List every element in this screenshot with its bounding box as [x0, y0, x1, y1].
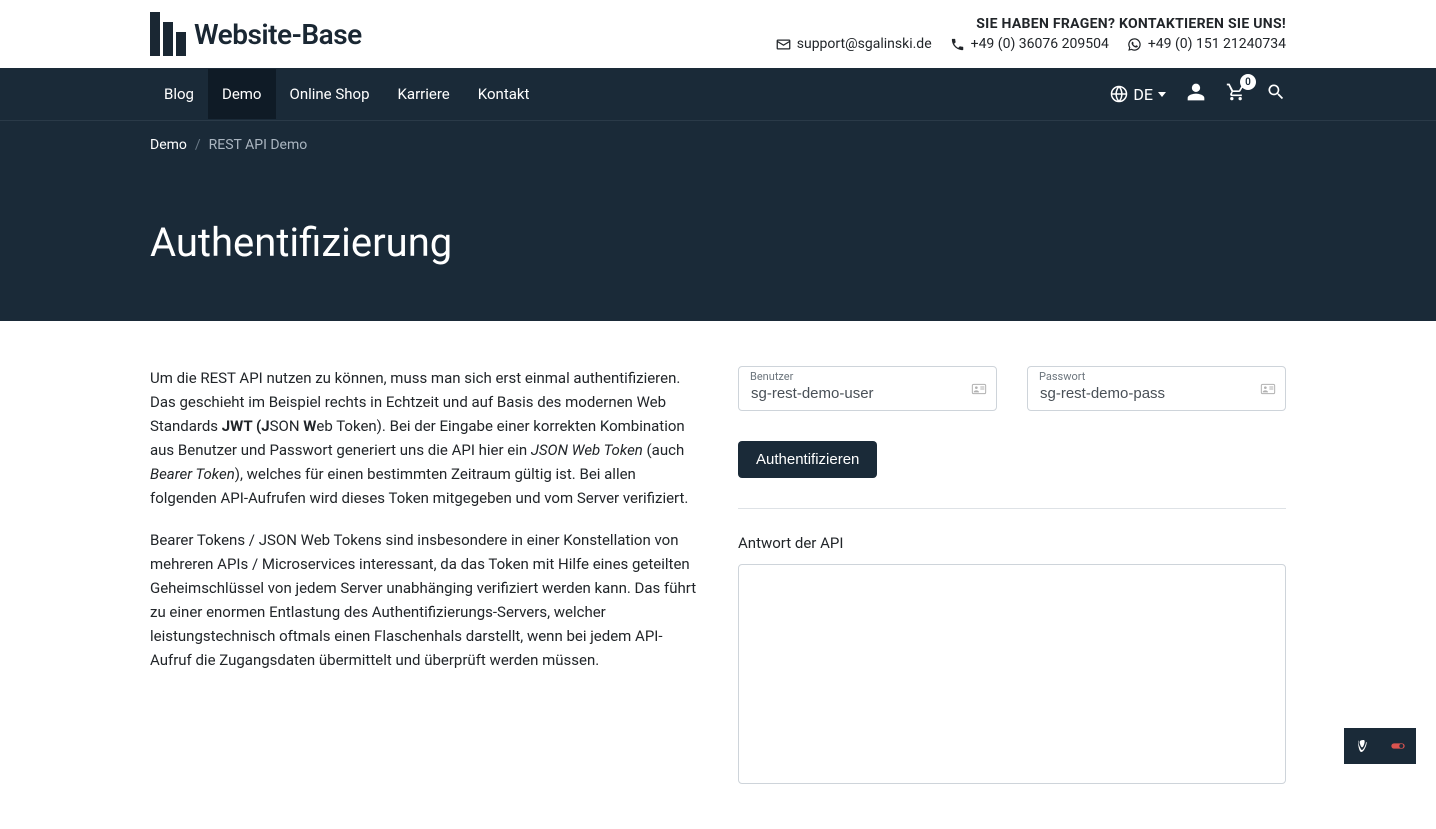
language-selector[interactable]: DE: [1110, 85, 1166, 104]
pass-group: Passwort: [1027, 366, 1286, 411]
top-header: Website-Base SIE HABEN FRAGEN? KONTAKTIE…: [0, 0, 1436, 68]
toggle-icon: [1390, 738, 1406, 754]
description-para-1: Um die REST API nutzen zu können, muss m…: [150, 366, 698, 510]
breadcrumb: Demo / REST API Demo: [150, 137, 1286, 153]
logo-bars-icon: [150, 12, 186, 56]
divider: [738, 508, 1286, 509]
user-icon[interactable]: [1186, 82, 1206, 106]
description-para-2: Bearer Tokens / JSON Web Tokens sind ins…: [150, 528, 698, 672]
pass-label: Passwort: [1039, 370, 1085, 383]
logo-text: Website-Base: [194, 18, 362, 51]
nav-bar: Blog Demo Online Shop Karriere Kontakt D…: [0, 68, 1436, 120]
contact-card-icon: [971, 381, 987, 397]
breadcrumb-demo[interactable]: Demo: [150, 137, 187, 153]
breadcrumb-separator: /: [195, 137, 201, 153]
nav-item-shop[interactable]: Online Shop: [276, 69, 384, 119]
nav-item-kontakt[interactable]: Kontakt: [464, 69, 544, 119]
contact-card-icon: [1260, 381, 1276, 397]
contact-phone1[interactable]: +49 (0) 36076 209504: [950, 36, 1109, 52]
response-label: Antwort der API: [738, 534, 1286, 552]
nav-left: Blog Demo Online Shop Karriere Kontakt: [150, 69, 543, 119]
envelope-icon: [776, 37, 791, 52]
page-title: Authentifizierung: [150, 219, 1286, 266]
nav-item-karriere[interactable]: Karriere: [384, 69, 464, 119]
bottom-widget: [1344, 728, 1416, 764]
main-content: Um die REST API nutzen zu können, muss m…: [0, 321, 1436, 829]
phone-icon: [950, 37, 965, 52]
breadcrumb-current: REST API Demo: [209, 137, 308, 153]
form-row: Benutzer Passwort: [738, 366, 1286, 411]
response-box: [738, 564, 1286, 784]
form-column: Benutzer Passwort Authentifizieren Antwo…: [738, 366, 1286, 784]
typo3-icon: [1354, 738, 1370, 754]
description-column: Um die REST API nutzen zu können, muss m…: [150, 366, 698, 784]
hero: Authentifizierung: [0, 169, 1436, 321]
cart-count-badge: 0: [1240, 74, 1256, 90]
contact-info: SIE HABEN FRAGEN? KONTAKTIEREN SIE UNS! …: [776, 16, 1286, 52]
search-icon[interactable]: [1266, 82, 1286, 106]
whatsapp-icon: [1127, 37, 1142, 52]
nav-right: DE 0: [1110, 82, 1286, 106]
breadcrumb-bar: Demo / REST API Demo: [0, 120, 1436, 169]
user-label: Benutzer: [750, 370, 793, 383]
contact-phone2[interactable]: +49 (0) 151 21240734: [1127, 36, 1286, 52]
widget-tab-typo3[interactable]: [1344, 728, 1380, 764]
user-group: Benutzer: [738, 366, 997, 411]
contact-question: SIE HABEN FRAGEN? KONTAKTIEREN SIE UNS!: [776, 16, 1286, 32]
nav-item-blog[interactable]: Blog: [150, 69, 208, 119]
cart-icon[interactable]: 0: [1226, 82, 1246, 106]
logo[interactable]: Website-Base: [150, 12, 362, 56]
globe-icon: [1110, 85, 1128, 103]
caret-down-icon: [1158, 92, 1166, 97]
nav-item-demo[interactable]: Demo: [208, 69, 276, 119]
authenticate-button[interactable]: Authentifizieren: [738, 441, 877, 478]
contact-email[interactable]: support@sgalinski.de: [776, 36, 932, 52]
widget-tab-toggle[interactable]: [1380, 728, 1416, 764]
